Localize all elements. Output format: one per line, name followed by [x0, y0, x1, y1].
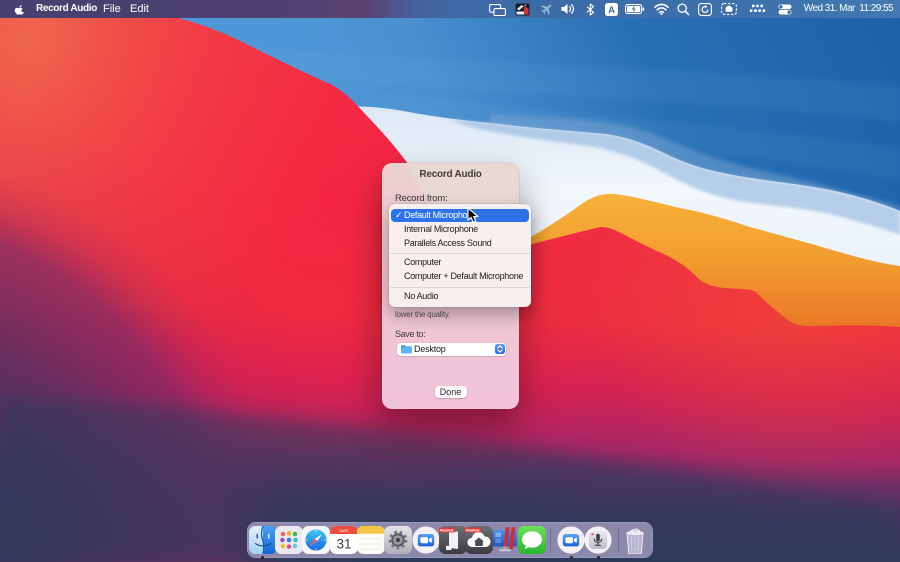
- svg-text:MAR: MAR: [340, 528, 349, 533]
- svg-text:Parallels: Parallels: [440, 528, 454, 532]
- svg-text:A: A: [608, 5, 615, 16]
- svg-text:Parallels: Parallels: [466, 528, 480, 532]
- svg-text:31: 31: [336, 537, 351, 552]
